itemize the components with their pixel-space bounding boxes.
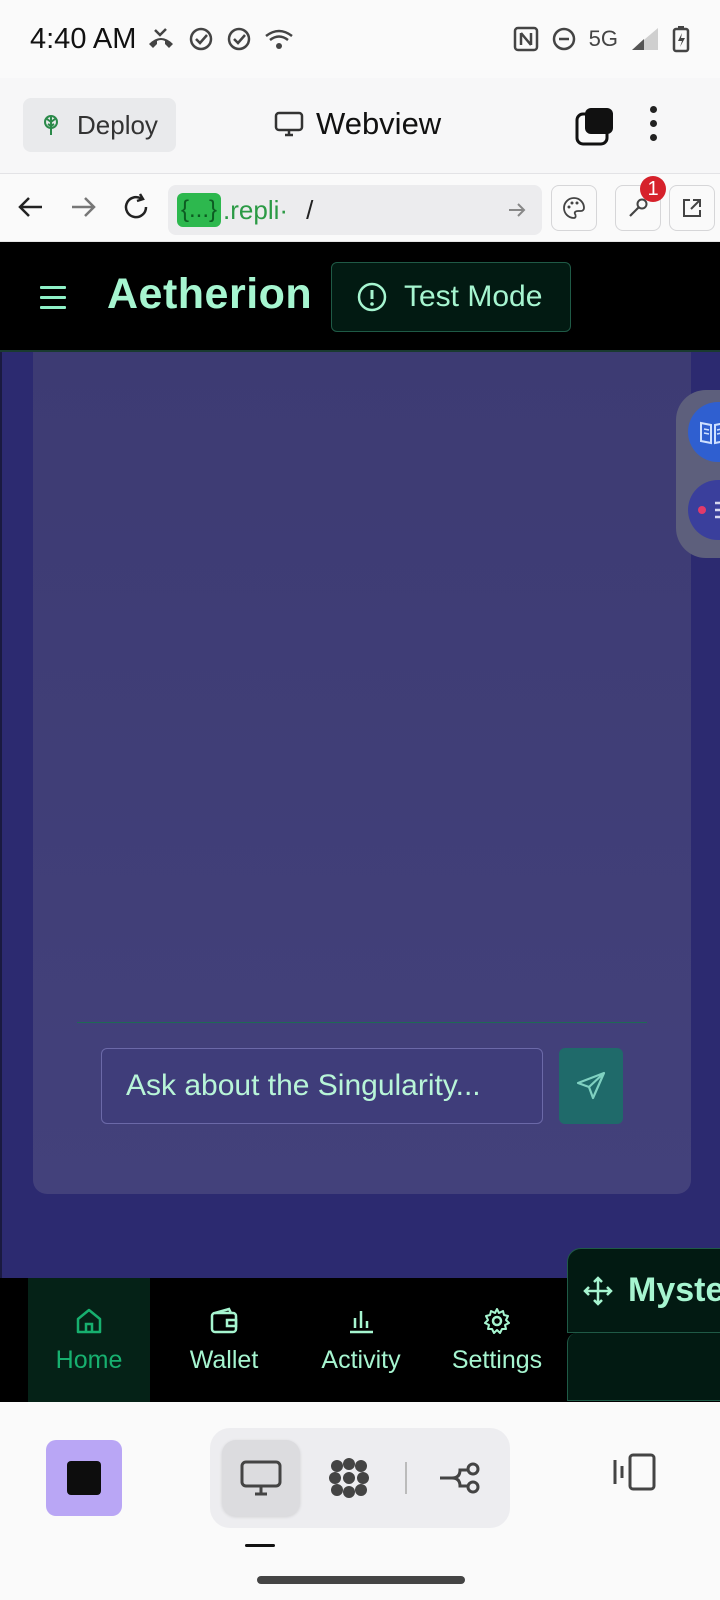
- list-icon: [715, 501, 720, 519]
- nav-settings-label: Settings: [451, 1345, 543, 1374]
- menu-icon[interactable]: [40, 286, 66, 309]
- book-button[interactable]: [688, 402, 720, 462]
- tabs-icon: [575, 108, 613, 146]
- nav-wallet[interactable]: Wallet: [163, 1278, 285, 1402]
- theme-palette-button[interactable]: [551, 185, 597, 231]
- deploy-label: Deploy: [77, 109, 158, 140]
- status-time: 4:40 AM: [30, 22, 137, 55]
- nfc-icon: [513, 26, 538, 52]
- monitor-icon: [240, 1460, 282, 1496]
- url-badge: {...}: [177, 193, 222, 227]
- nav-settings[interactable]: Settings: [436, 1278, 558, 1402]
- open-external-button[interactable]: [669, 185, 715, 231]
- tabs-switcher-button[interactable]: [575, 106, 615, 151]
- nav-activity-label: Activity: [321, 1345, 401, 1374]
- wallet-icon: [210, 1307, 238, 1333]
- test-mode-label: Test Mode: [404, 280, 543, 313]
- view-separator: [405, 1462, 407, 1494]
- status-dot: [698, 506, 706, 514]
- go-arrow-icon[interactable]: [506, 199, 528, 221]
- external-link-icon: [683, 199, 701, 217]
- wifi-icon: [265, 29, 294, 49]
- mystery-panel-body: [567, 1333, 720, 1401]
- status-notification-icons: [146, 26, 294, 52]
- test-mode-button[interactable]: Test Mode: [331, 262, 571, 332]
- webview-tab-title[interactable]: Webview: [274, 106, 441, 142]
- back-arrow-icon[interactable]: [16, 192, 46, 222]
- check-circle-icon: [228, 27, 251, 51]
- home-indicator[interactable]: [257, 1576, 465, 1584]
- app-header: Aetherion Test Mode: [0, 242, 720, 352]
- replit-bottom-toolbar: [0, 1402, 720, 1600]
- send-icon: [576, 1071, 606, 1100]
- chat-divider: [77, 1022, 647, 1023]
- bar-chart-icon: [350, 1310, 373, 1333]
- status-system-icons: 5G: [513, 25, 690, 53]
- devtools-button[interactable]: 1: [615, 176, 666, 231]
- chat-input[interactable]: Ask about the Singularity...: [101, 1048, 543, 1124]
- nav-home[interactable]: Home: [28, 1278, 150, 1402]
- webview-view-button[interactable]: [222, 1440, 300, 1516]
- replit-top-bar: Deploy Webview: [0, 78, 720, 174]
- url-input[interactable]: {...} .repli· /: [168, 185, 542, 235]
- palette-icon: [563, 197, 585, 219]
- move-icon[interactable]: [582, 1275, 614, 1307]
- chat-panel: Ask about the Singularity...: [33, 352, 691, 1194]
- list-button[interactable]: [688, 480, 720, 540]
- replit-logo-icon: [329, 1458, 369, 1498]
- book-icon: [700, 421, 720, 445]
- forward-arrow-icon[interactable]: [68, 192, 98, 222]
- gear-icon: [484, 1307, 510, 1334]
- stop-button[interactable]: [46, 1440, 122, 1516]
- alert-circle-icon: [357, 282, 387, 312]
- git-graph-button[interactable]: [422, 1440, 500, 1516]
- webview-label: Webview: [316, 106, 442, 141]
- nav-wallet-label: Wallet: [189, 1345, 259, 1374]
- mystery-label: Myste: [628, 1271, 720, 1309]
- deploy-icon: [44, 115, 58, 135]
- notification-badge: 1: [640, 176, 666, 202]
- app-title: Aetherion: [107, 270, 313, 318]
- view-switcher: [210, 1428, 510, 1528]
- panel-toggle-icon[interactable]: [612, 1452, 658, 1492]
- network-type: 5G: [588, 26, 618, 51]
- url-path: /: [306, 194, 314, 225]
- reload-icon[interactable]: [121, 192, 151, 222]
- monitor-icon: [274, 111, 304, 137]
- nav-home-label: Home: [55, 1345, 123, 1374]
- mystery-panel-header[interactable]: Myste: [567, 1248, 720, 1333]
- drag-handle: [245, 1544, 275, 1547]
- home-icon: [76, 1308, 102, 1333]
- more-options-icon[interactable]: [650, 106, 657, 141]
- send-button[interactable]: [559, 1048, 623, 1124]
- stop-icon: [67, 1461, 101, 1495]
- battery-charging-icon: [672, 26, 690, 53]
- status-bar: 4:40 AM 5G: [0, 0, 720, 78]
- nav-activity[interactable]: Activity: [300, 1278, 422, 1402]
- floating-tools: [676, 390, 720, 558]
- replit-logo-button[interactable]: [310, 1440, 388, 1516]
- url-host: .repli·: [223, 194, 289, 225]
- missed-call-icon: [149, 28, 174, 48]
- do-not-disturb-icon: [552, 27, 575, 51]
- deploy-button[interactable]: Deploy: [23, 98, 176, 152]
- check-circle-icon: [190, 27, 213, 51]
- url-bar-row: {...} .repli· / 1: [0, 174, 720, 242]
- signal-icon: [632, 28, 658, 50]
- branch-icon: [440, 1462, 480, 1494]
- app-body: Ask about the Singularity...: [0, 352, 720, 1280]
